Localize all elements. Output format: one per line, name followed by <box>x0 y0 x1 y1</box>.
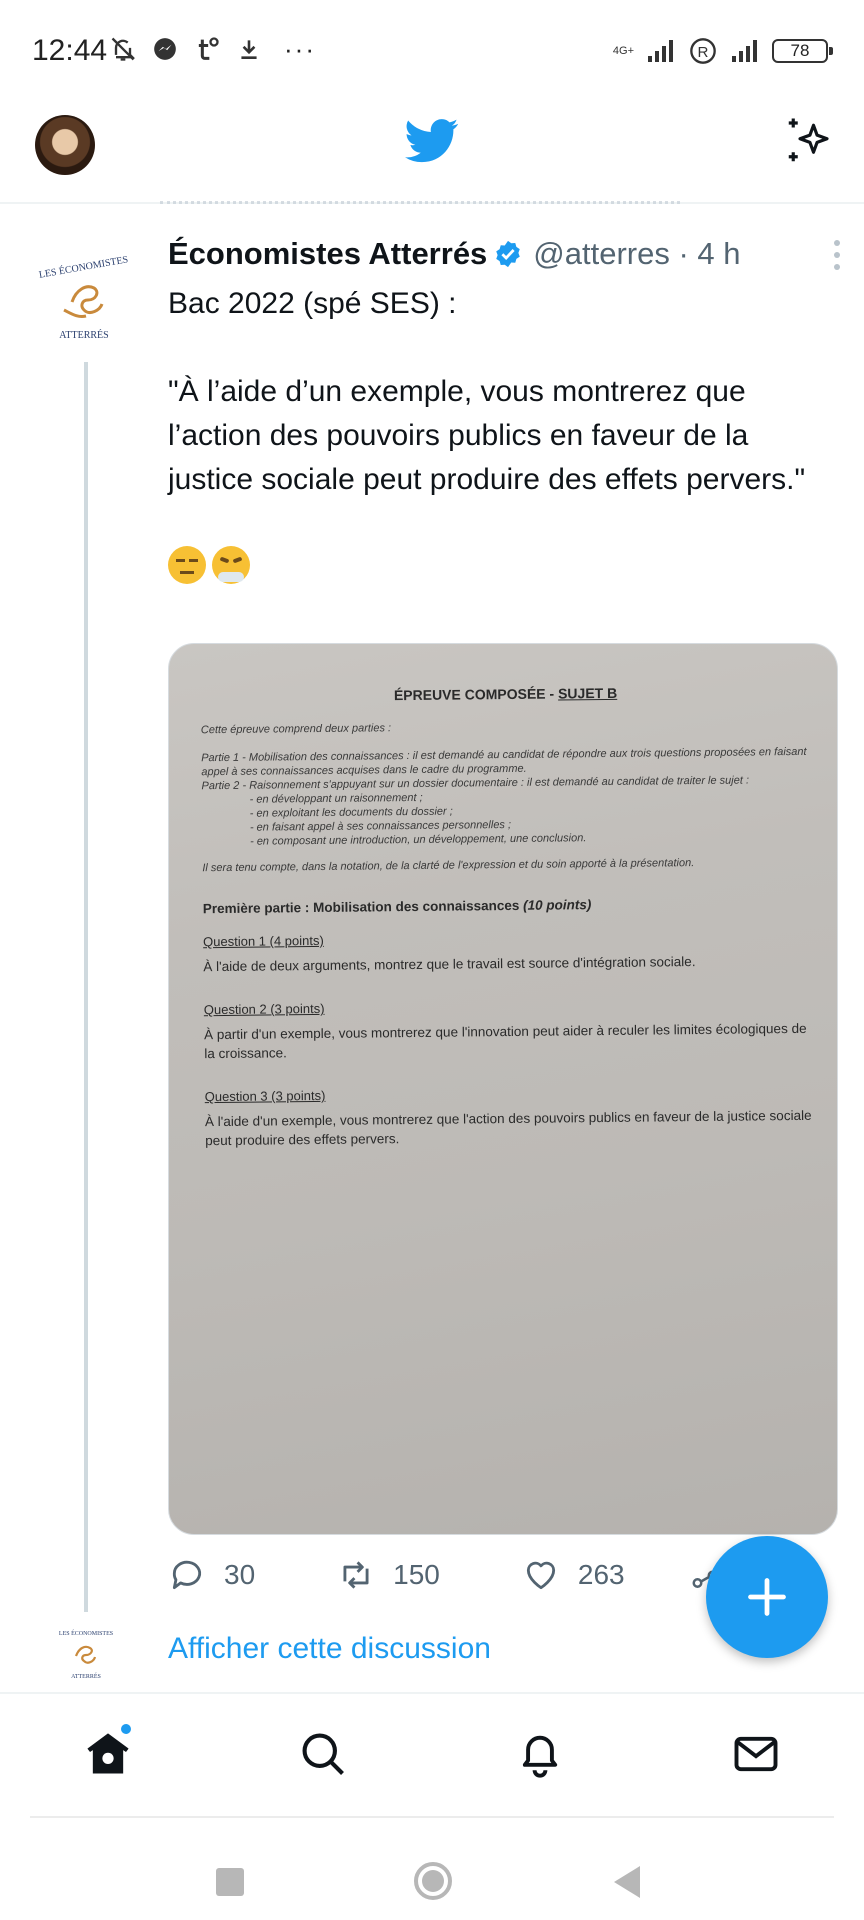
exam-question-text: À l'aide de deux arguments, montrez que … <box>203 954 696 975</box>
top-app-bar <box>0 100 864 204</box>
thread-author-avatar[interactable]: LES ÉCONOMISTES ATTERRÉS <box>52 1618 120 1686</box>
svg-text:ATTERRÉS: ATTERRÉS <box>71 1672 101 1680</box>
tumblr-icon <box>192 34 222 64</box>
svg-text:R: R <box>698 44 709 61</box>
previous-tweet-edge <box>160 196 680 204</box>
bell-off-icon <box>108 34 138 64</box>
retweet-count: 150 <box>393 1559 440 1590</box>
more-notifications-icon: ··· <box>284 34 316 64</box>
exam-note: Il sera tenu compte, dans la notation, d… <box>202 857 695 875</box>
like-count: 263 <box>577 1559 625 1590</box>
sparkle-icon[interactable] <box>782 114 836 168</box>
expressionless-face-icon <box>168 546 206 584</box>
signal-2-icon <box>730 36 760 66</box>
signal-icon <box>646 36 676 66</box>
exam-question-head: Question 2 (3 points) <box>203 1000 325 1018</box>
download-icon <box>234 34 264 64</box>
mail-icon <box>734 1736 778 1772</box>
messenger-icon <box>150 34 180 64</box>
emoji-row <box>168 546 828 584</box>
exam-question-text: À partir d'un exemple, vous montrerez qu… <box>204 1020 807 1062</box>
twitter-bird-icon[interactable] <box>405 118 459 164</box>
thread-connector-line <box>84 362 88 1612</box>
verified-badge-icon <box>496 240 521 268</box>
system-navigation-bar <box>0 1818 864 1920</box>
tweet-header: Économistes Atterrés @atterres · 4 h <box>168 236 741 272</box>
roaming-icon: R <box>688 36 718 66</box>
exam-question-head: Question 1 (4 points) <box>203 932 324 950</box>
back-button[interactable] <box>614 1866 640 1898</box>
reply-count: 30 <box>224 1559 256 1590</box>
exam-document: ÉPREUVE COMPOSÉE - SUJET B Cette épreuve… <box>200 683 815 1176</box>
plus-icon <box>748 1578 786 1616</box>
exam-section-title: Première partie : Mobilisation des conna… <box>202 897 592 917</box>
retweet-button[interactable]: 150 <box>337 1556 440 1594</box>
retweet-icon <box>343 1561 369 1589</box>
tweet-text: Bac 2022 (spé SES) : "À l’aide d’un exem… <box>168 282 828 584</box>
svg-text:LES ÉCONOMISTES: LES ÉCONOMISTES <box>59 1629 113 1637</box>
status-time: 12:44 <box>32 34 108 67</box>
show-thread-link[interactable]: Afficher cette discussion <box>168 1632 491 1666</box>
tweet-photo[interactable]: ÉPREUVE COMPOSÉE - SUJET B Cette épreuve… <box>168 643 838 1535</box>
notification-icons: ··· <box>108 34 316 64</box>
bottom-tab-bar <box>0 1694 864 1816</box>
exam-bullets: - en développant un raisonnement ; - en … <box>250 787 813 849</box>
status-bar: 12:44 ··· 4G+ R 78 <box>0 0 864 100</box>
heart-icon <box>526 1561 555 1590</box>
author-name[interactable]: Économistes Atterrés <box>168 236 487 272</box>
reply-button[interactable]: 30 <box>168 1556 255 1594</box>
new-content-dot <box>119 1722 133 1736</box>
exam-parts: Partie 1 - Mobilisation des connaissance… <box>201 745 812 849</box>
battery-indicator: 78 <box>772 39 833 63</box>
network-type: 4G+ <box>612 45 634 57</box>
exam-title: ÉPREUVE COMPOSÉE - SUJET B <box>393 684 618 704</box>
exam-question-head: Question 3 (3 points) <box>204 1087 326 1105</box>
tab-search[interactable] <box>297 1728 349 1780</box>
compose-tweet-button[interactable] <box>706 1536 828 1658</box>
recents-button[interactable] <box>216 1868 244 1896</box>
exam-intro: Cette épreuve comprend deux parties : <box>200 722 392 737</box>
tweet-actions: 30 150 263 <box>168 1556 707 1594</box>
search-icon <box>302 1733 344 1775</box>
exam-question-text: À l'aide d'un exemple, vous montrerez qu… <box>204 1107 812 1149</box>
author-handle-time: @atterres · 4 h <box>533 236 741 271</box>
tab-notifications[interactable] <box>514 1728 566 1780</box>
profile-avatar[interactable] <box>35 115 95 175</box>
bell-icon <box>522 1735 558 1778</box>
author-avatar[interactable]: LES ÉCONOMISTES ATTERRÉS <box>28 240 140 352</box>
home-system-button[interactable] <box>414 1862 452 1900</box>
svg-text:ATTERRÉS: ATTERRÉS <box>59 329 108 341</box>
face-with-steam-icon <box>212 546 250 584</box>
more-options-icon[interactable] <box>832 240 842 270</box>
like-button[interactable]: 263 <box>522 1556 625 1594</box>
system-indicators: 4G+ R 78 <box>612 36 833 66</box>
reply-icon <box>172 1560 202 1590</box>
tweet-text-line1: Bac 2022 (spé SES) : <box>168 287 457 320</box>
tweet-text-quote: "À l’aide d’un exemple, vous montrerez q… <box>168 375 806 496</box>
tab-messages[interactable] <box>730 1728 782 1780</box>
